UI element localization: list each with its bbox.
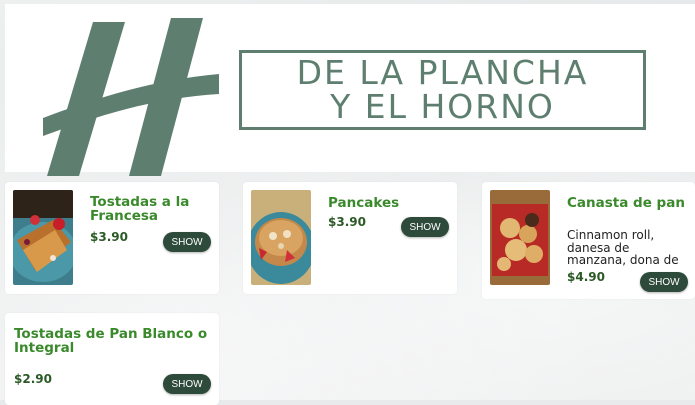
show-button[interactable]: SHOW (163, 374, 211, 394)
item-price: $2.90 (14, 372, 52, 386)
menu-item-card[interactable]: Pancakes $3.90 SHOW (243, 182, 457, 294)
menu-item-card[interactable]: Tostadas a la Francesa $3.90 SHOW (5, 182, 219, 294)
item-price: $3.90 (328, 215, 366, 229)
section-title: DE LA PLANCHA Y EL HORNO (239, 50, 646, 130)
item-name: Tostadas a la Francesa (90, 194, 190, 224)
section-title-line1: DE LA PLANCHA (296, 53, 589, 92)
menu-banner: DE LA PLANCHA Y EL HORNO (5, 4, 695, 176)
menu-item-card[interactable]: Canasta de pan Cinnamon roll, danesa de … (482, 182, 695, 299)
item-name: Pancakes (328, 195, 400, 211)
menu-item-card[interactable]: Tostadas de Pan Blanco o Integral $2.90 … (5, 313, 219, 405)
item-name: Canasta de pan (567, 195, 685, 211)
show-button[interactable]: SHOW (163, 232, 211, 252)
show-button[interactable]: SHOW (401, 217, 449, 237)
french-toast-photo (13, 190, 73, 285)
item-description: Cinnamon roll, danesa de manzana, dona d… (567, 229, 679, 267)
hotel-logo-icon (43, 18, 219, 176)
pancakes-photo (251, 190, 311, 285)
item-price: $4.90 (567, 270, 605, 284)
item-name: Tostadas de Pan Blanco o Integral (14, 326, 208, 356)
bread-basket-photo (490, 190, 550, 285)
show-button[interactable]: SHOW (640, 272, 688, 292)
item-price: $3.90 (90, 230, 128, 244)
section-title-line2: Y EL HORNO (330, 87, 555, 126)
